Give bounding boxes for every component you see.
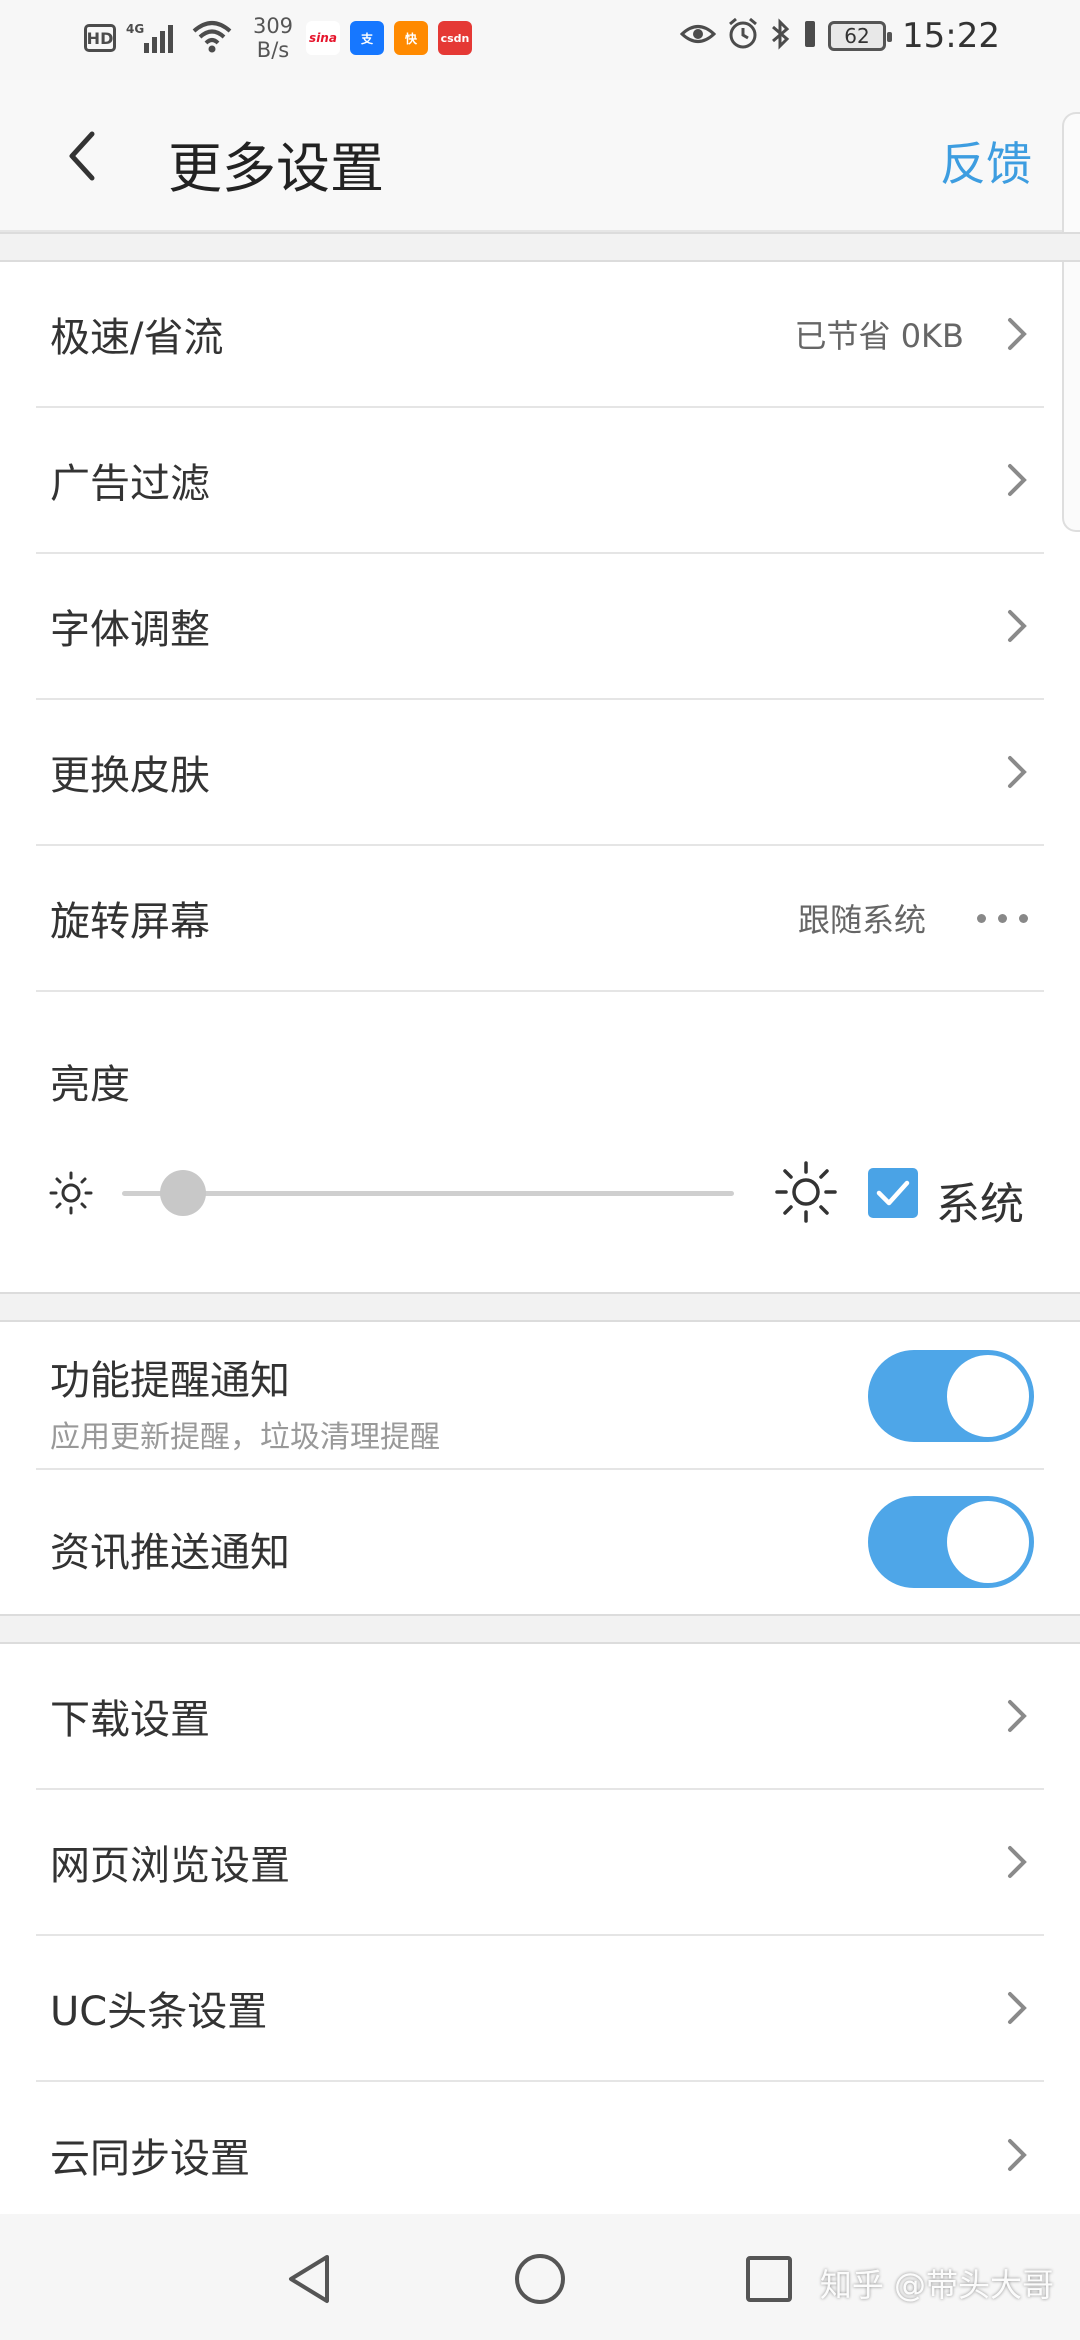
triangle-back-icon — [289, 2255, 329, 2303]
bluetooth-icon — [770, 17, 792, 55]
chevron-right-icon — [1008, 1992, 1027, 2024]
brightness-slider-track[interactable] — [122, 1191, 734, 1196]
row-change-skin[interactable]: 更换皮肤 — [36, 700, 1044, 846]
toggle-knob — [947, 1355, 1029, 1437]
row-label: 字体调整 — [50, 607, 210, 653]
row-cloud-sync-settings[interactable]: 云同步设置 — [36, 2082, 1044, 2228]
more-options-icon — [977, 913, 1028, 923]
wifi-icon — [192, 19, 232, 57]
speed-value: 309 — [252, 14, 294, 38]
row-uc-headline-settings[interactable]: UC头条设置 — [36, 1936, 1044, 2082]
chevron-right-icon — [1008, 1846, 1027, 1878]
row-font-size[interactable]: 字体调整 — [36, 554, 1044, 700]
section-divider — [0, 1292, 1080, 1322]
hd-badge: HD — [84, 24, 116, 52]
status-left: HD 4G 309 B/s sina 支 快 csdn — [84, 14, 472, 62]
back-button[interactable] — [56, 120, 106, 192]
csdn-icon: csdn — [438, 21, 472, 55]
row-divider — [36, 1468, 1044, 1470]
square-recents-icon — [746, 2256, 792, 2302]
checkmark-icon — [876, 1180, 910, 1206]
brightness-high-icon — [775, 1161, 837, 1223]
eye-comfort-icon — [679, 19, 717, 53]
chevron-right-icon — [1008, 464, 1027, 496]
row-label: 网页浏览设置 — [50, 1843, 290, 1889]
network-speed: 309 B/s — [250, 14, 296, 62]
chevron-right-icon — [1008, 2139, 1027, 2171]
status-right: 62 15:22 — [679, 16, 1000, 56]
notification-title: 功能提醒通知 — [50, 1358, 290, 1404]
system-brightness-label: 系统 — [936, 1179, 1024, 1230]
speed-unit: B/s — [256, 38, 290, 62]
chevron-right-icon — [1008, 1700, 1027, 1732]
row-browsing-settings[interactable]: 网页浏览设置 — [36, 1790, 1044, 1936]
section-divider — [0, 232, 1080, 262]
feedback-button[interactable]: 反馈 — [940, 128, 1032, 194]
function-reminder-toggle[interactable] — [868, 1350, 1034, 1442]
nav-home-button[interactable] — [505, 2244, 575, 2314]
system-brightness-checkbox[interactable] — [868, 1168, 918, 1218]
section-divider — [0, 1614, 1080, 1644]
battery-icon: 62 — [828, 21, 893, 51]
row-label: 云同步设置 — [50, 2136, 250, 2182]
brightness-slider-thumb[interactable] — [160, 1170, 207, 1216]
rotation-value: 跟随系统 — [797, 901, 926, 939]
row-label: 更换皮肤 — [50, 753, 210, 799]
svg-text:4G: 4G — [126, 22, 144, 36]
signal-icon: 4G — [126, 21, 182, 55]
row-label: 旋转屏幕 — [50, 899, 210, 945]
saved-data-value: 已节省 0KB — [794, 317, 964, 355]
system-nav-bar: 知乎 @带头大哥 — [0, 2214, 1080, 2340]
row-label: 广告过滤 — [50, 461, 210, 507]
kuaishou-icon: 快 — [394, 21, 428, 55]
row-ad-filter[interactable]: 广告过滤 — [36, 408, 1044, 554]
settings-page: HD 4G 309 B/s sina 支 快 csdn 62 15:22 更多设… — [0, 0, 1080, 2340]
notification-subtitle: 应用更新提醒，垃圾清理提醒 — [50, 1420, 440, 1455]
nav-back-button[interactable] — [274, 2244, 344, 2314]
status-bar: HD 4G 309 B/s sina 支 快 csdn 62 15:22 — [0, 0, 1080, 80]
chevron-right-icon — [1008, 610, 1027, 642]
clock: 15:22 — [902, 16, 1000, 56]
alarm-icon — [726, 17, 760, 55]
side-edge-handle[interactable] — [1062, 112, 1080, 532]
nav-recents-button[interactable] — [734, 2244, 804, 2314]
chevron-right-icon — [1008, 756, 1027, 788]
row-label: UC头条设置 — [50, 1989, 268, 2035]
sina-icon: sina — [306, 21, 340, 55]
row-speed-saving[interactable]: 极速/省流 已节省 0KB — [36, 262, 1044, 408]
notification-title: 资讯推送通知 — [50, 1530, 290, 1576]
brightness-label: 亮度 — [50, 1062, 130, 1108]
alipay-icon: 支 — [350, 21, 384, 55]
page-title: 更多设置 — [168, 137, 384, 200]
chevron-right-icon — [1008, 318, 1027, 350]
toggle-knob — [947, 1501, 1029, 1583]
circle-home-icon — [515, 2254, 565, 2304]
row-label: 极速/省流 — [50, 315, 224, 361]
app-bar: 更多设置 反馈 — [0, 80, 1080, 232]
row-label: 下载设置 — [50, 1697, 210, 1743]
vibrate-icon — [802, 17, 818, 55]
back-arrow-icon — [69, 131, 95, 181]
brightness-low-icon — [49, 1171, 93, 1215]
watermark: 知乎 @带头大哥 — [819, 2266, 1054, 2304]
row-rotate-screen[interactable]: 旋转屏幕 跟随系统 — [36, 846, 1044, 992]
row-download-settings[interactable]: 下载设置 — [36, 1644, 1044, 1790]
news-push-toggle[interactable] — [868, 1496, 1034, 1588]
